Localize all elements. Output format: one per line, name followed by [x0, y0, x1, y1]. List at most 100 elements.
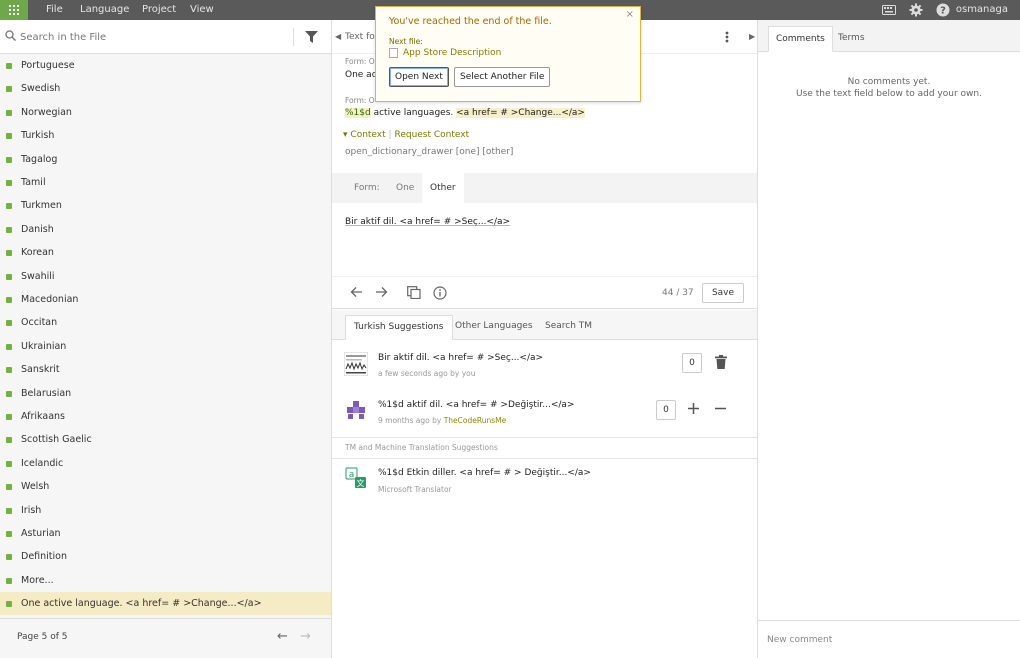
plus-icon[interactable]	[688, 403, 699, 417]
list-item-label: Occitan	[21, 317, 58, 329]
list-item[interactable]: Definition	[0, 545, 331, 568]
list-item[interactable]: Occitan	[0, 311, 331, 334]
list-item[interactable]: Swahili	[0, 265, 331, 288]
translation-input[interactable]: Bir aktif dil. <a href= # >Seç...</a>	[345, 217, 510, 227]
list-item[interactable]: Turkmen	[0, 194, 331, 217]
list-item-label: Sanskrit	[21, 364, 60, 376]
save-button[interactable]: Save	[702, 283, 744, 303]
list-item[interactable]: Tamil	[0, 171, 331, 194]
status-dot	[6, 507, 12, 514]
menu-project[interactable]: Project	[142, 0, 176, 20]
source-text: active languages.	[370, 108, 457, 118]
list-item[interactable]: Icelandic	[0, 452, 331, 475]
list-item[interactable]: More...	[0, 569, 331, 592]
suggestion-meta: a few seconds ago by you	[378, 369, 476, 378]
list-item-active[interactable]: One active language. <a href= # >Change.…	[0, 592, 331, 615]
username[interactable]: osmanaga	[956, 0, 1008, 20]
list-item-label: One active language. <a href= # >Change.…	[21, 598, 262, 609]
list-item[interactable]: Sanskrit	[0, 358, 331, 381]
tab-other-languages[interactable]: Other Languages	[455, 315, 533, 340]
list-item-label: Scottish Gaelic	[21, 434, 92, 446]
suggestion-row[interactable]: %1$d aktif dil. <a href= # >Değiştir...<…	[332, 392, 757, 432]
copy-source-icon[interactable]	[407, 286, 421, 302]
list-item-label: Irish	[21, 504, 42, 516]
list-item[interactable]: Asturian	[0, 522, 331, 545]
list-item[interactable]: Irish	[0, 499, 331, 522]
list-item-label: Welsh	[21, 481, 50, 493]
tab-search-tm[interactable]: Search TM	[545, 315, 592, 340]
user-avatar	[343, 351, 369, 377]
form-other-label: Form: O	[345, 96, 375, 105]
pagination: Page 5 of 5 ← →	[0, 618, 331, 658]
context-toggle[interactable]: Context	[350, 130, 385, 140]
list-item[interactable]: Welsh	[0, 475, 331, 498]
keyboard-icon[interactable]	[881, 2, 897, 18]
search-input[interactable]	[20, 28, 290, 46]
list-item[interactable]: Ukrainian	[0, 335, 331, 358]
list-item[interactable]: Scottish Gaelic	[0, 428, 331, 451]
minus-icon[interactable]	[715, 403, 726, 417]
status-dot	[6, 601, 12, 607]
list-item[interactable]: Portuguese	[0, 54, 331, 77]
arrow-right-icon[interactable]: →	[300, 630, 311, 644]
tab-turkish-suggestions[interactable]: Turkish Suggestions	[345, 315, 453, 340]
request-context-link[interactable]: Request Context	[394, 130, 469, 140]
menu-language[interactable]: Language	[80, 0, 129, 20]
editor-toolbar: 44 / 37 Save	[332, 276, 757, 309]
arrow-left-icon[interactable]: ←	[277, 630, 288, 644]
form-one-label: Form: O	[345, 57, 375, 66]
no-comments-hint: Use the text field below to add your own…	[796, 89, 982, 99]
menu-view[interactable]: View	[190, 0, 214, 20]
arrow-left-icon[interactable]	[350, 286, 363, 301]
strings-panel: Portuguese Swedish Norwegian Turkish Tagalog…	[0, 20, 332, 658]
list-item[interactable]: Belarusian	[0, 382, 331, 405]
list-item-label: More...	[21, 574, 54, 586]
svg-text:?: ?	[940, 6, 946, 17]
status-dot	[6, 273, 12, 280]
list-item[interactable]: Tagalog	[0, 148, 331, 171]
suggestion-row[interactable]: Bir aktif dil. <a href= # >Seç...</a> a …	[332, 345, 757, 385]
close-icon[interactable]: ×	[626, 9, 634, 20]
tab-terms[interactable]: Terms	[838, 26, 865, 52]
open-next-button[interactable]: Open Next	[389, 67, 449, 87]
mt-suggestion-row[interactable]: a文 %1$d Etkin diller. <a href= # > Değiş…	[332, 462, 757, 498]
author-link[interactable]: TheCodeRunsMe	[444, 416, 507, 425]
empty-state: No comments yet. Use the text field belo…	[758, 76, 1020, 100]
list-item-label: Portuguese	[21, 60, 75, 71]
list-item[interactable]: Norwegian	[0, 101, 331, 124]
list-item-label: Swahili	[21, 270, 55, 282]
select-another-file-button[interactable]: Select Another File	[454, 67, 551, 87]
list-item[interactable]: Danish	[0, 218, 331, 241]
trash-icon[interactable]	[715, 355, 727, 372]
next-file-link[interactable]: App Store Description	[389, 48, 501, 58]
list-item[interactable]: Korean	[0, 241, 331, 264]
more-options-icon[interactable]	[725, 31, 729, 46]
list-item[interactable]: Swedish	[0, 77, 331, 100]
suggestion-tabs: Turkish Suggestions Other Languages Sear…	[332, 310, 757, 340]
list-item[interactable]: Macedonian	[0, 288, 331, 311]
suggestion-text: Bir aktif dil. <a href= # >Seç...</a>	[378, 353, 544, 363]
help-icon[interactable]: ?	[935, 2, 951, 18]
gear-icon[interactable]	[908, 2, 924, 18]
menu-file[interactable]: File	[46, 0, 63, 20]
collapse-left-icon[interactable]: ◀	[335, 32, 341, 41]
tab-comments[interactable]: Comments	[768, 26, 833, 52]
status-dot	[6, 250, 12, 257]
caret-down-icon[interactable]: ▾	[343, 130, 348, 140]
tab-form-one[interactable]: One	[396, 173, 414, 203]
new-comment-input[interactable]	[767, 632, 1007, 648]
info-icon[interactable]	[433, 286, 447, 303]
list-item-label: Swedish	[21, 83, 61, 95]
arrow-right-icon[interactable]	[375, 286, 388, 301]
vote-count: 0	[656, 400, 676, 420]
filter-icon[interactable]	[305, 31, 318, 46]
list-item[interactable]: Afrikaans	[0, 405, 331, 428]
collapse-right-icon[interactable]: ▶	[749, 32, 755, 41]
context-key: open_dictionary_drawer [one] [other]	[345, 147, 514, 157]
status-dot	[6, 437, 12, 444]
next-file-name: App Store Description	[403, 48, 502, 58]
list-item-label: Definition	[21, 551, 68, 563]
tab-form-other[interactable]: Other	[422, 173, 464, 203]
apps-grid-icon[interactable]	[0, 0, 28, 20]
list-item[interactable]: Turkish	[0, 124, 331, 147]
